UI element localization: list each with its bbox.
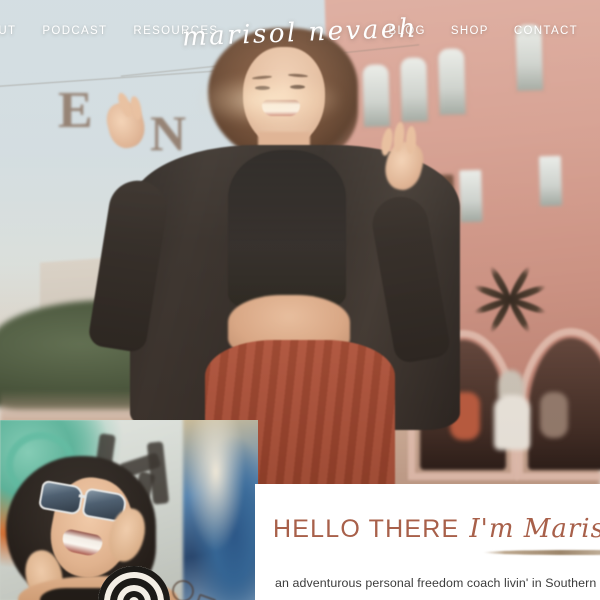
site-navigation: ABOUT PODCAST RESOURCES BLOG SHOP CONTAC…	[0, 0, 600, 62]
nav-link-about[interactable]: ABOUT	[0, 25, 16, 37]
intro-card: HELLO THERE I'm Marisol Nevae an adventu…	[255, 484, 600, 600]
brush-underline	[483, 550, 600, 555]
hello-there-text: HELLO THERE	[273, 515, 460, 543]
intro-headline: HELLO THERE I'm Marisol Nevae	[273, 514, 600, 555]
nav-link-podcast[interactable]: PODCAST	[42, 25, 107, 37]
nav-link-contact[interactable]: CONTACT	[514, 25, 578, 37]
intro-blurb: an adventurous personal freedom coach li…	[275, 576, 600, 590]
intro-script-name: I'm Marisol Nevae	[469, 514, 600, 544]
nav-link-shop[interactable]: SHOP	[451, 25, 489, 37]
site-logo[interactable]: marisol nevaeh	[182, 13, 419, 52]
webpage: E N	[0, 0, 600, 600]
script-name-wrap: I'm Marisol Nevae	[469, 514, 600, 555]
